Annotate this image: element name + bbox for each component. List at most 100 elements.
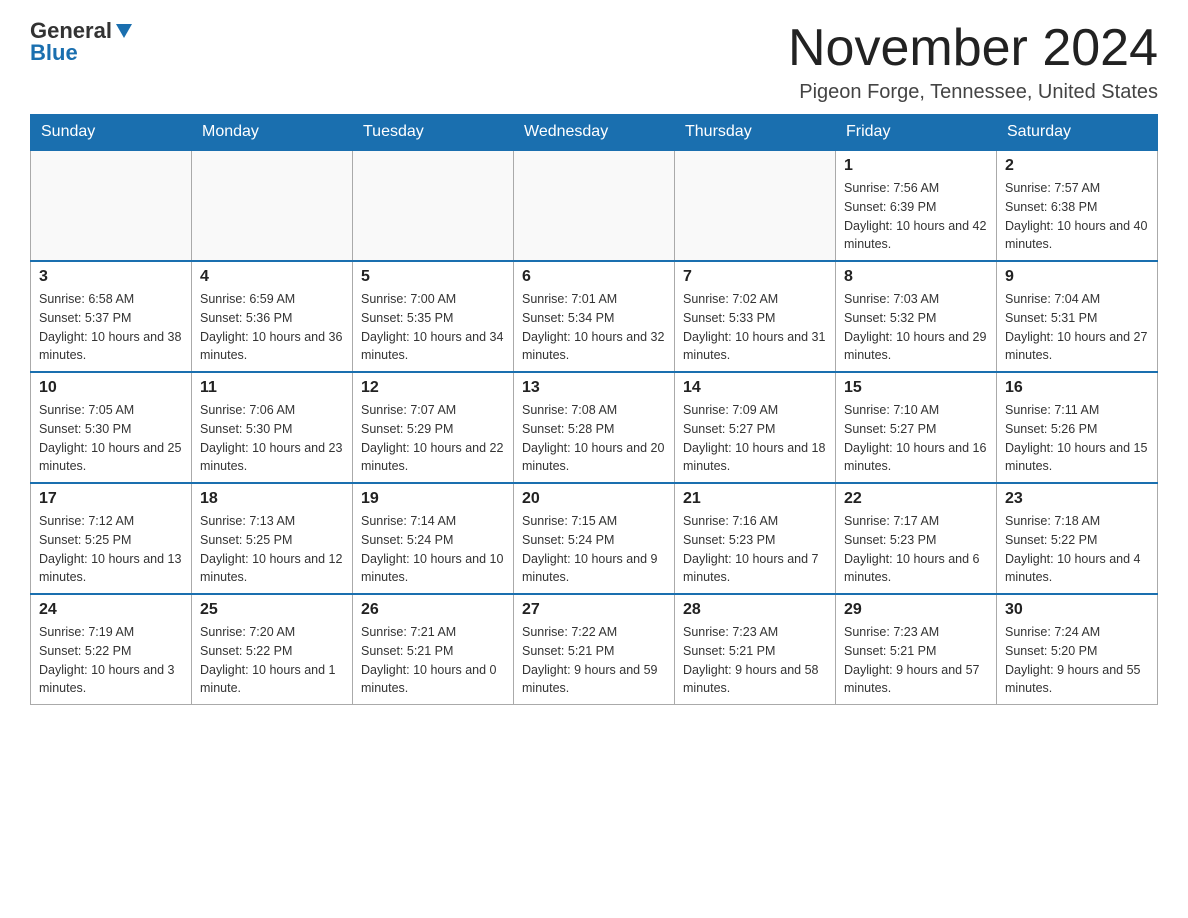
calendar-cell: 12 Sunrise: 7:07 AM Sunset: 5:29 PM Dayli… <box>353 372 514 483</box>
day-info: Sunrise: 7:11 AM Sunset: 5:26 PM Dayligh… <box>1005 401 1149 476</box>
calendar-cell: 23 Sunrise: 7:18 AM Sunset: 5:22 PM Dayli… <box>997 483 1158 594</box>
calendar-cell <box>353 150 514 261</box>
calendar-cell: 5 Sunrise: 7:00 AM Sunset: 5:35 PM Daylig… <box>353 261 514 372</box>
day-number: 2 <box>1005 157 1149 175</box>
weekday-header-thursday: Thursday <box>675 115 836 151</box>
day-number: 30 <box>1005 601 1149 619</box>
calendar-cell: 14 Sunrise: 7:09 AM Sunset: 5:27 PM Dayli… <box>675 372 836 483</box>
day-info: Sunrise: 7:20 AM Sunset: 5:22 PM Dayligh… <box>200 623 344 698</box>
day-number: 8 <box>844 268 988 286</box>
calendar-week-row: 3 Sunrise: 6:58 AM Sunset: 5:37 PM Daylig… <box>31 261 1158 372</box>
logo-general-text: General <box>30 20 112 42</box>
logo-blue-text: Blue <box>30 42 78 64</box>
day-info: Sunrise: 7:04 AM Sunset: 5:31 PM Dayligh… <box>1005 290 1149 365</box>
day-info: Sunrise: 6:59 AM Sunset: 5:36 PM Dayligh… <box>200 290 344 365</box>
calendar-cell: 30Sunrise: 7:24 AM Sunset: 5:20 PM Dayli… <box>997 594 1158 705</box>
day-info: Sunrise: 7:05 AM Sunset: 5:30 PM Dayligh… <box>39 401 183 476</box>
day-info: Sunrise: 7:03 AM Sunset: 5:32 PM Dayligh… <box>844 290 988 365</box>
day-info: Sunrise: 7:18 AM Sunset: 5:22 PM Dayligh… <box>1005 512 1149 587</box>
day-number: 23 <box>1005 490 1149 508</box>
calendar-week-row: 1 Sunrise: 7:56 AM Sunset: 6:39 PM Daylig… <box>31 150 1158 261</box>
calendar-cell: 27 Sunrise: 7:22 AM Sunset: 5:21 PM Dayli… <box>514 594 675 705</box>
day-info: Sunrise: 7:02 AM Sunset: 5:33 PM Dayligh… <box>683 290 827 365</box>
calendar-cell: 28Sunrise: 7:23 AM Sunset: 5:21 PM Dayli… <box>675 594 836 705</box>
day-info: Sunrise: 7:09 AM Sunset: 5:27 PM Dayligh… <box>683 401 827 476</box>
day-info: Sunrise: 7:23 AM Sunset: 5:21 PM Dayligh… <box>683 623 827 698</box>
logo-triangle-icon <box>116 24 132 38</box>
weekday-header-wednesday: Wednesday <box>514 115 675 151</box>
calendar-cell: 15Sunrise: 7:10 AM Sunset: 5:27 PM Dayli… <box>836 372 997 483</box>
day-number: 19 <box>361 490 505 508</box>
day-info: Sunrise: 7:12 AM Sunset: 5:25 PM Dayligh… <box>39 512 183 587</box>
day-number: 5 <box>361 268 505 286</box>
calendar-week-row: 10 Sunrise: 7:05 AM Sunset: 5:30 PM Dayli… <box>31 372 1158 483</box>
day-number: 9 <box>1005 268 1149 286</box>
day-info: Sunrise: 7:14 AM Sunset: 5:24 PM Dayligh… <box>361 512 505 587</box>
day-info: Sunrise: 7:00 AM Sunset: 5:35 PM Dayligh… <box>361 290 505 365</box>
day-info: Sunrise: 7:15 AM Sunset: 5:24 PM Dayligh… <box>522 512 666 587</box>
calendar-cell: 1 Sunrise: 7:56 AM Sunset: 6:39 PM Daylig… <box>836 150 997 261</box>
calendar-cell: 13 Sunrise: 7:08 AM Sunset: 5:28 PM Dayli… <box>514 372 675 483</box>
title-area: November 2024 Pigeon Forge, Tennessee, U… <box>788 20 1158 104</box>
day-number: 20 <box>522 490 666 508</box>
calendar-cell <box>675 150 836 261</box>
day-info: Sunrise: 7:08 AM Sunset: 5:28 PM Dayligh… <box>522 401 666 476</box>
day-info: Sunrise: 7:06 AM Sunset: 5:30 PM Dayligh… <box>200 401 344 476</box>
day-number: 24 <box>39 601 183 619</box>
calendar-cell: 22 Sunrise: 7:17 AM Sunset: 5:23 PM Dayli… <box>836 483 997 594</box>
calendar-cell: 29Sunrise: 7:23 AM Sunset: 5:21 PM Dayli… <box>836 594 997 705</box>
weekday-header-tuesday: Tuesday <box>353 115 514 151</box>
day-info: Sunrise: 7:23 AM Sunset: 5:21 PM Dayligh… <box>844 623 988 698</box>
day-number: 25 <box>200 601 344 619</box>
day-number: 15 <box>844 379 988 397</box>
day-number: 4 <box>200 268 344 286</box>
day-info: Sunrise: 6:58 AM Sunset: 5:37 PM Dayligh… <box>39 290 183 365</box>
calendar-cell: 16Sunrise: 7:11 AM Sunset: 5:26 PM Dayli… <box>997 372 1158 483</box>
day-info: Sunrise: 7:01 AM Sunset: 5:34 PM Dayligh… <box>522 290 666 365</box>
header: General Blue November 2024 Pigeon Forge,… <box>30 20 1158 104</box>
calendar-cell: 7 Sunrise: 7:02 AM Sunset: 5:33 PM Daylig… <box>675 261 836 372</box>
calendar-cell <box>514 150 675 261</box>
day-number: 10 <box>39 379 183 397</box>
day-info: Sunrise: 7:13 AM Sunset: 5:25 PM Dayligh… <box>200 512 344 587</box>
calendar-cell <box>31 150 192 261</box>
calendar-cell: 24 Sunrise: 7:19 AM Sunset: 5:22 PM Dayli… <box>31 594 192 705</box>
day-number: 14 <box>683 379 827 397</box>
calendar-cell: 2Sunrise: 7:57 AM Sunset: 6:38 PM Daylig… <box>997 150 1158 261</box>
day-number: 21 <box>683 490 827 508</box>
weekday-header-saturday: Saturday <box>997 115 1158 151</box>
day-info: Sunrise: 7:56 AM Sunset: 6:39 PM Dayligh… <box>844 179 988 254</box>
calendar-header-row: SundayMondayTuesdayWednesdayThursdayFrid… <box>31 115 1158 151</box>
calendar-week-row: 17 Sunrise: 7:12 AM Sunset: 5:25 PM Dayli… <box>31 483 1158 594</box>
day-info: Sunrise: 7:19 AM Sunset: 5:22 PM Dayligh… <box>39 623 183 698</box>
day-number: 22 <box>844 490 988 508</box>
logo: General Blue <box>30 20 132 64</box>
calendar-cell: 26 Sunrise: 7:21 AM Sunset: 5:21 PM Dayli… <box>353 594 514 705</box>
calendar-cell: 18 Sunrise: 7:13 AM Sunset: 5:25 PM Dayli… <box>192 483 353 594</box>
calendar-cell: 3 Sunrise: 6:58 AM Sunset: 5:37 PM Daylig… <box>31 261 192 372</box>
calendar-cell <box>192 150 353 261</box>
calendar-cell: 9 Sunrise: 7:04 AM Sunset: 5:31 PM Daylig… <box>997 261 1158 372</box>
day-info: Sunrise: 7:07 AM Sunset: 5:29 PM Dayligh… <box>361 401 505 476</box>
day-number: 26 <box>361 601 505 619</box>
day-number: 17 <box>39 490 183 508</box>
day-number: 12 <box>361 379 505 397</box>
calendar-cell: 11Sunrise: 7:06 AM Sunset: 5:30 PM Dayli… <box>192 372 353 483</box>
weekday-header-sunday: Sunday <box>31 115 192 151</box>
day-info: Sunrise: 7:21 AM Sunset: 5:21 PM Dayligh… <box>361 623 505 698</box>
calendar-cell: 21Sunrise: 7:16 AM Sunset: 5:23 PM Dayli… <box>675 483 836 594</box>
day-info: Sunrise: 7:22 AM Sunset: 5:21 PM Dayligh… <box>522 623 666 698</box>
day-number: 3 <box>39 268 183 286</box>
calendar-cell: 20 Sunrise: 7:15 AM Sunset: 5:24 PM Dayli… <box>514 483 675 594</box>
calendar-table: SundayMondayTuesdayWednesdayThursdayFrid… <box>30 114 1158 705</box>
day-number: 7 <box>683 268 827 286</box>
day-number: 18 <box>200 490 344 508</box>
calendar-cell: 17 Sunrise: 7:12 AM Sunset: 5:25 PM Dayli… <box>31 483 192 594</box>
day-number: 1 <box>844 157 988 175</box>
calendar-cell: 10 Sunrise: 7:05 AM Sunset: 5:30 PM Dayli… <box>31 372 192 483</box>
weekday-header-friday: Friday <box>836 115 997 151</box>
day-number: 27 <box>522 601 666 619</box>
day-number: 13 <box>522 379 666 397</box>
location-title: Pigeon Forge, Tennessee, United States <box>788 81 1158 104</box>
day-info: Sunrise: 7:17 AM Sunset: 5:23 PM Dayligh… <box>844 512 988 587</box>
